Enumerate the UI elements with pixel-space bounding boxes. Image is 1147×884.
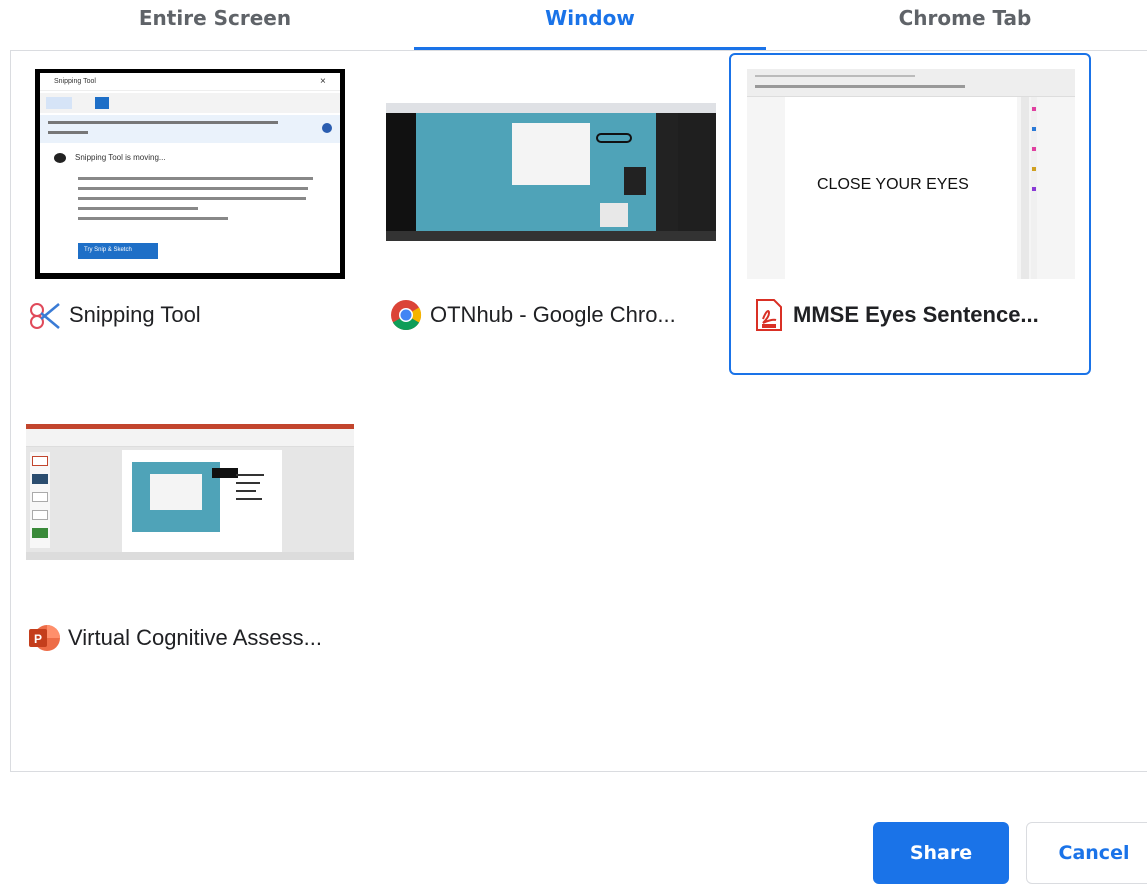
source-item-virtual-cognitive-ppt[interactable]: P Virtual Cognitive Assess... [12, 380, 374, 702]
source-item-snipping-tool[interactable]: Snipping Tool × Snipping Tool is moving.… [19, 55, 381, 377]
share-button[interactable]: Share [873, 822, 1009, 884]
thumb-button-text: Try Snip & Sketch [84, 247, 132, 253]
source-label: Snipping Tool [27, 297, 201, 333]
svg-text:P: P [34, 632, 42, 646]
pdf-icon [751, 297, 787, 333]
source-title: MMSE Eyes Sentence... [793, 302, 1039, 327]
snipping-tool-icon [27, 297, 63, 333]
source-item-otnhub-chrome[interactable]: OTNhub - Google Chro... [374, 55, 736, 377]
source-label: OTNhub - Google Chro... [388, 297, 676, 333]
snipping-tool-thumbnail: Snipping Tool × Snipping Tool is moving.… [35, 69, 345, 279]
source-label: P Virtual Cognitive Assess... [26, 620, 322, 656]
powerpoint-thumbnail [26, 424, 354, 560]
tab-window[interactable]: Window [480, 6, 700, 36]
source-title: Snipping Tool [69, 302, 201, 327]
source-item-mmse-pdf[interactable]: CLOSE YOUR EYES MMSE Eyes Sentence... [729, 53, 1091, 375]
thumb-moving-text: Snipping Tool is moving... [75, 153, 166, 162]
powerpoint-icon: P [26, 620, 62, 656]
thumb-title-text: Snipping Tool [54, 78, 96, 85]
otnhub-thumbnail [386, 103, 716, 241]
source-title: Virtual Cognitive Assess... [68, 625, 322, 650]
tab-chrome-tab[interactable]: Chrome Tab [860, 6, 1070, 36]
source-label: MMSE Eyes Sentence... [751, 297, 1039, 333]
cancel-button[interactable]: Cancel [1026, 822, 1147, 884]
mmse-pdf-thumbnail: CLOSE YOUR EYES [747, 69, 1075, 279]
source-tabs: Entire Screen Window Chrome Tab [0, 0, 1147, 50]
chrome-icon [388, 297, 424, 333]
thumb-document-text: CLOSE YOUR EYES [817, 176, 969, 193]
source-title: OTNhub - Google Chro... [430, 302, 676, 327]
tab-entire-screen[interactable]: Entire Screen [110, 6, 320, 36]
